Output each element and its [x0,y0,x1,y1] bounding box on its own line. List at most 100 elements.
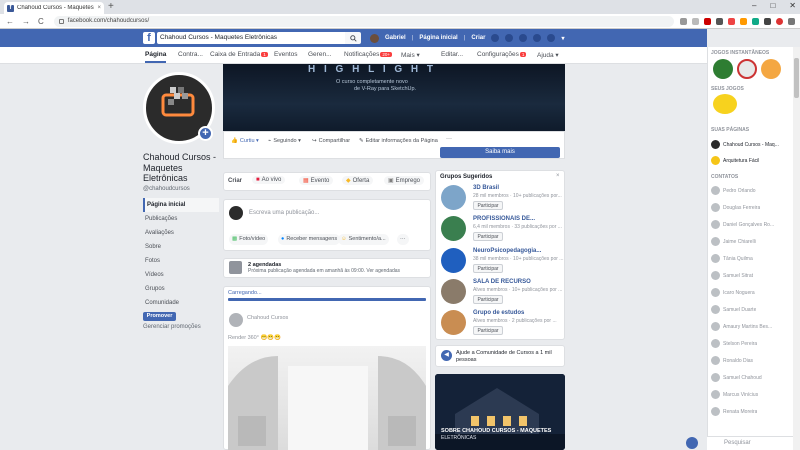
contact-item[interactable]: Tânia Quilma [711,252,791,265]
left-nav-reviews[interactable]: Avaliações [143,226,219,240]
tab-edit[interactable]: Editar... [441,51,463,58]
contact-item[interactable]: Icaro Noguera [711,286,791,299]
game-thumbnail[interactable] [713,59,733,79]
page-handle[interactable]: @chahoudcursos [143,186,190,192]
contact-item[interactable]: Samuel Duarte [711,303,791,316]
group-image[interactable] [441,185,466,210]
profile-icon[interactable] [775,17,783,25]
tab-help[interactable]: Ajuda ▾ [537,51,559,59]
left-nav-home[interactable]: Página inicial [143,198,219,212]
search-input[interactable]: Chahoud Cursos - Maquetes Eletrônicas [157,32,345,44]
url-field[interactable]: facebook.com/chahoudcursos/ [53,15,674,27]
contact-item[interactable]: Stelson Pereira [711,337,791,350]
group-name[interactable]: NeuroPsicopedagogia... [473,248,541,254]
left-nav-posts[interactable]: Publicações [143,212,219,226]
account-menu-chevron-icon[interactable]: ▾ [561,35,564,42]
page-scrollbar[interactable] [793,47,800,450]
promote-button[interactable]: Promover [143,312,176,321]
user-avatar[interactable] [370,33,379,43]
minimize-button[interactable]: – [752,1,756,10]
game-thumbnail[interactable] [761,59,781,79]
close-icon[interactable]: × [556,173,560,179]
extension-icon[interactable] [727,17,735,25]
contact-item[interactable]: Pedro Orlando [711,184,791,197]
scrollbar-thumb[interactable] [794,58,799,98]
game-thumbnail[interactable] [737,59,757,79]
composer-more-button[interactable]: ··· [397,234,409,245]
photo-video-button[interactable]: ▩ Foto/vídeo [229,234,269,245]
contact-item[interactable]: Samuel Sitrat [711,269,791,282]
group-name[interactable]: 3D Brasil [473,185,499,191]
composer-input[interactable]: Escreva uma publicação... [249,210,319,216]
contact-item[interactable]: Ronaldo Dias [711,354,791,367]
extension-icon[interactable] [751,17,759,25]
extension-icon[interactable] [715,17,723,25]
friends-icon[interactable] [491,34,500,42]
tab-pagina[interactable]: Página [145,51,167,63]
user-name[interactable]: Gabriel [385,35,406,41]
left-nav-groups[interactable]: Grupos [143,282,219,296]
tab-notifications[interactable]: Notificações 20+ [344,51,393,58]
feeling-button[interactable]: ☺ Sentimento/a... [338,234,389,245]
chat-search-input[interactable]: Pesquisar [707,436,793,450]
contact-item[interactable]: Renata Moreira [711,405,791,418]
left-nav-videos[interactable]: Vídeos [143,268,219,282]
tab-settings[interactable]: Configurações 1 [477,51,527,58]
job-button[interactable]: ▣ Emprego [384,176,425,185]
messenger-icon[interactable] [505,34,514,42]
home-link[interactable]: Página inicial [419,35,457,41]
search-button[interactable] [345,32,361,44]
help-icon[interactable] [547,34,556,42]
like-button[interactable]: 👍 Curtiu ▾ [231,138,259,144]
follow-button[interactable]: ⌁ Seguindo ▾ [268,138,301,144]
facebook-logo-icon[interactable]: f [143,32,155,44]
browser-tab[interactable]: f Chahoud Cursos - Maquetes Ele... × [4,2,104,14]
tab-close-icon[interactable]: × [97,5,101,11]
tab-contra[interactable]: Contra... [178,51,203,58]
post-image[interactable] [228,346,426,450]
pages-icon[interactable] [533,34,542,42]
close-window-button[interactable]: ✕ [789,1,796,10]
notifications-icon[interactable] [519,34,528,42]
learn-more-button[interactable]: Saiba mais [440,147,560,158]
contact-item[interactable]: Douglas Ferreira [711,201,791,214]
share-button[interactable]: ↪ Compartilhar [312,138,350,144]
group-image[interactable] [441,216,466,241]
live-button[interactable]: ■ Ao vivo [252,176,286,184]
join-group-button[interactable]: Participar [473,201,503,210]
new-tab-button[interactable]: + [108,1,114,12]
extension-icon[interactable] [739,17,747,25]
offer-button[interactable]: ◆ Oferta [342,176,374,185]
contact-item[interactable]: Samuel Chahoud [711,371,791,384]
globe-icon[interactable] [686,437,698,449]
join-group-button[interactable]: Participar [473,326,503,335]
group-image[interactable] [441,310,466,335]
create-link[interactable]: Criar [471,35,485,41]
contact-item[interactable]: Jaime Chiarelli [711,235,791,248]
group-image[interactable] [441,248,466,273]
contact-item[interactable]: Marcus Vinícius [711,388,791,401]
contact-item[interactable]: Daniel Gonçalves Ro... [711,218,791,231]
bookmark-icon[interactable] [691,17,699,25]
reload-button[interactable]: C [38,17,44,26]
help-community-text[interactable]: Ajude a Comunidade de Cursos a 1 mil pes… [456,350,560,364]
add-photo-button[interactable]: + [198,126,213,141]
forward-button[interactable]: → [22,17,30,26]
edit-info-button[interactable]: ✎ Editar informações da Página [359,138,438,144]
sidebar-page-item[interactable]: Chahoud Cursos - Maq... [711,138,791,151]
back-button[interactable]: ← [6,17,14,26]
event-button[interactable]: ▦ Evento [299,176,334,185]
tab-manage[interactable]: Geren... [308,51,331,58]
contact-item[interactable]: Amaury Martins Bes... [711,320,791,333]
translate-icon[interactable] [679,17,687,25]
join-group-button[interactable]: Participar [473,295,503,304]
group-name[interactable]: PROFISSIONAIS DE... [473,216,535,222]
adobe-icon[interactable] [703,17,711,25]
more-actions-button[interactable]: ··· [446,136,452,142]
game-thumbnail[interactable] [713,94,737,114]
join-group-button[interactable]: Participar [473,264,503,273]
tab-inbox[interactable]: Caixa de Entrada 1 [210,51,268,58]
group-name[interactable]: Grupo de estudos [473,310,524,316]
group-name[interactable]: SALA DE RECURSO [473,279,531,285]
tab-more[interactable]: Mais ▾ [401,51,420,59]
